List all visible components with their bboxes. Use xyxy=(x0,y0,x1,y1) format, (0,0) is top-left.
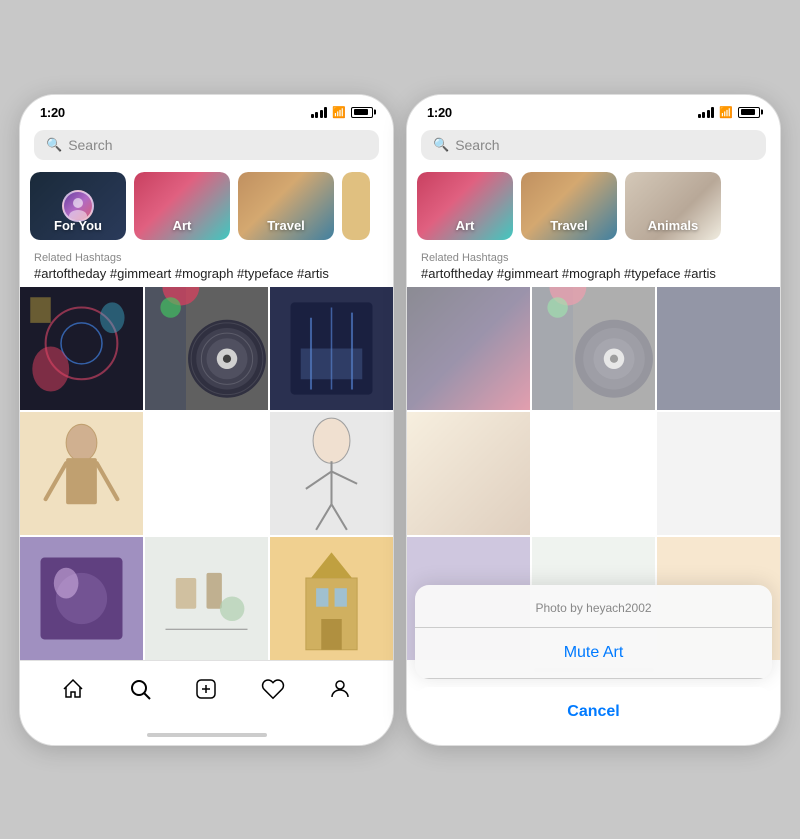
signal-icon-right xyxy=(698,107,715,118)
hashtags-right: Related Hashtags #artoftheday #gimmeart … xyxy=(407,248,780,287)
category-label-for-you: For You xyxy=(30,218,126,233)
search-input-right[interactable]: Search xyxy=(455,137,499,153)
action-sheet-overlay: Photo by heyach2002 Mute Art Cancel xyxy=(407,585,780,745)
photo-cell-8[interactable] xyxy=(270,537,393,660)
search-bar-right[interactable]: 🔍 Search xyxy=(421,130,766,160)
wifi-icon-right: 📶 xyxy=(719,106,733,119)
category-travel-right[interactable]: Travel xyxy=(521,172,617,240)
category-animals-right[interactable]: Animals xyxy=(625,172,721,240)
hashtags-label-right: Related Hashtags xyxy=(421,252,766,264)
search-bar-left[interactable]: 🔍 Search xyxy=(34,130,379,160)
photo-cell-6[interactable] xyxy=(20,537,143,660)
category-label-animals-right: Animals xyxy=(625,218,721,233)
category-label-travel-left: Travel xyxy=(238,218,334,233)
mute-art-button[interactable]: Mute Art xyxy=(415,628,772,679)
photo-cell-4[interactable] xyxy=(20,412,143,535)
category-label-travel-right: Travel xyxy=(521,218,617,233)
nav-add-left[interactable] xyxy=(188,671,224,707)
status-bar-left: 1:20 📶 xyxy=(20,95,393,124)
search-icon-left: 🔍 xyxy=(46,137,62,153)
category-partial-left[interactable] xyxy=(342,172,370,240)
rphoto-cell-4 xyxy=(407,412,530,535)
category-label-art-left: Art xyxy=(134,218,230,233)
category-label-art-right: Art xyxy=(417,218,513,233)
action-sheet: Photo by heyach2002 Mute Art xyxy=(415,585,772,679)
category-art-right[interactable]: Art xyxy=(417,172,513,240)
status-time-right: 1:20 xyxy=(427,105,452,120)
category-for-you[interactable]: For You xyxy=(30,172,126,240)
right-phone: 1:20 📶 🔍 Search xyxy=(406,94,781,746)
status-time-left: 1:20 xyxy=(40,105,65,120)
photo-cell-big[interactable] xyxy=(145,287,268,410)
search-icon-right: 🔍 xyxy=(433,137,449,153)
hashtags-label-left: Related Hashtags xyxy=(34,252,379,264)
category-art-left[interactable]: Art xyxy=(134,172,230,240)
nav-heart-left[interactable] xyxy=(255,671,291,707)
search-bar-container-left: 🔍 Search xyxy=(20,124,393,168)
hashtags-left: Related Hashtags #artoftheday #gimmeart … xyxy=(20,248,393,287)
cancel-button[interactable]: Cancel xyxy=(415,687,772,737)
battery-icon-left xyxy=(351,107,373,118)
action-sheet-photo-credit: Photo by heyach2002 xyxy=(535,601,651,615)
hashtags-text-right: #artoftheday #gimmeart #mograph #typefac… xyxy=(421,266,766,281)
rphoto-cell-1 xyxy=(407,287,530,410)
search-bar-container-right: 🔍 Search xyxy=(407,124,780,168)
photo-grid-left xyxy=(20,287,393,660)
action-sheet-header: Photo by heyach2002 xyxy=(415,585,772,628)
status-icons-left: 📶 xyxy=(311,106,373,119)
signal-icon-left xyxy=(311,107,328,118)
battery-icon-right xyxy=(738,107,760,118)
status-icons-right: 📶 xyxy=(698,106,760,119)
photo-cell-3[interactable] xyxy=(270,287,393,410)
nav-profile-left[interactable] xyxy=(322,671,358,707)
left-phone: 1:20 📶 🔍 Search xyxy=(19,94,394,746)
photo-cell-7[interactable] xyxy=(145,537,268,660)
categories-right: Art Travel Animals xyxy=(407,168,780,248)
search-input-left[interactable]: Search xyxy=(68,137,112,153)
wifi-icon-left: 📶 xyxy=(332,106,346,119)
bottom-nav-left xyxy=(20,660,393,725)
category-travel-left[interactable]: Travel xyxy=(238,172,334,240)
rphoto-cell-3 xyxy=(657,287,780,410)
photo-cell-5[interactable] xyxy=(270,412,393,535)
nav-home-left[interactable] xyxy=(55,671,91,707)
rphoto-cell-big xyxy=(532,287,655,410)
status-bar-right: 1:20 📶 xyxy=(407,95,780,124)
hashtags-text-left: #artoftheday #gimmeart #mograph #typefac… xyxy=(34,266,379,281)
rphoto-cell-5 xyxy=(657,412,780,535)
phones-container: 1:20 📶 🔍 Search xyxy=(0,74,800,766)
photo-cell-1[interactable] xyxy=(20,287,143,410)
home-indicator-left xyxy=(20,725,393,745)
categories-left: For You Art Travel xyxy=(20,168,393,248)
action-sheet-cancel-container: Cancel xyxy=(415,687,772,737)
nav-search-left[interactable] xyxy=(122,671,158,707)
